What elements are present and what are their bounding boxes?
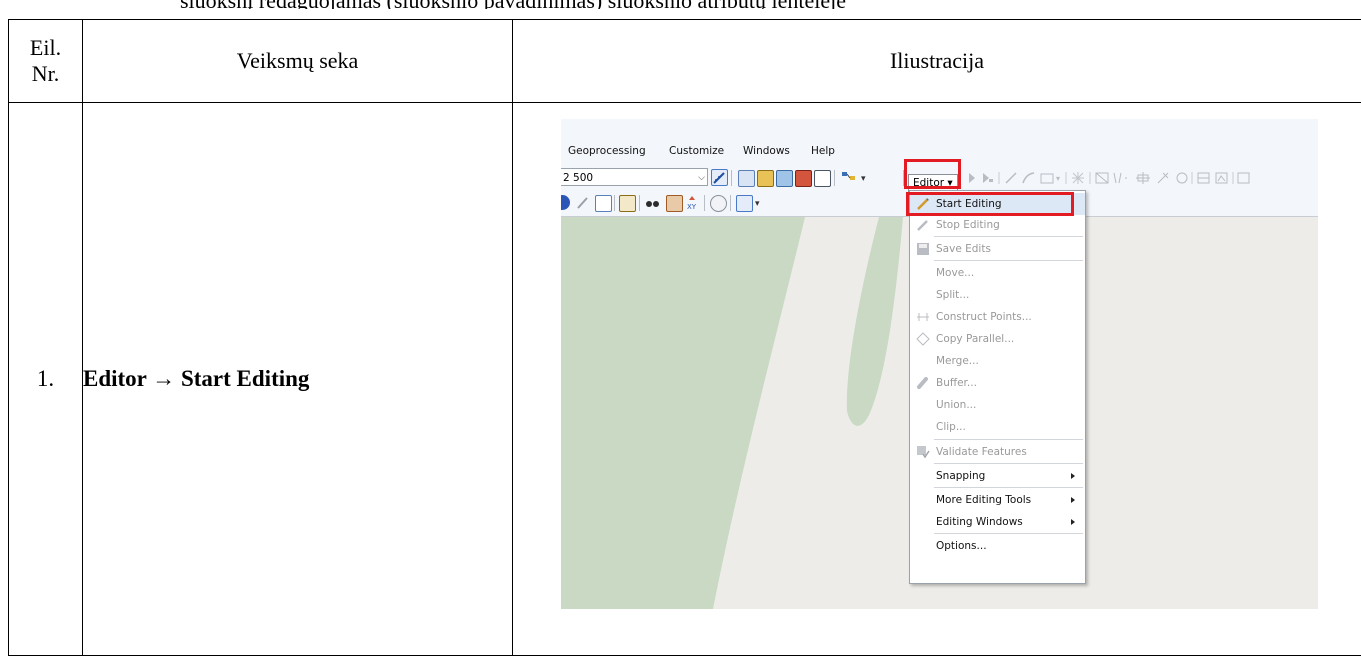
menu-separator <box>934 487 1083 488</box>
menu-item-label: Stop Editing <box>936 219 1000 231</box>
editor-highlight-box <box>904 159 961 189</box>
magnifier-icon[interactable] <box>736 195 753 212</box>
header-steps: Veiksmų seka <box>83 20 513 103</box>
chevron-down-icon[interactable]: ⌵ <box>698 169 705 187</box>
submenu-arrow-icon <box>1071 519 1075 525</box>
menu-item-label: Validate Features <box>936 446 1027 458</box>
find-route-icon[interactable] <box>666 195 683 212</box>
menu-item-label: Options... <box>936 540 987 552</box>
previous-page-text-fragment: sluoksnį redaguojamas (sluoksnio pavadin… <box>0 0 1361 9</box>
menu-item-snapping[interactable]: Snapping <box>910 465 1085 487</box>
html-popup-icon[interactable] <box>595 195 612 212</box>
menu-separator <box>934 533 1083 534</box>
python-window-icon[interactable] <box>814 170 831 187</box>
header-row: Eil. Nr. Veiksmų seka Iliustracija <box>9 20 1361 103</box>
row-number: 1. <box>9 103 83 656</box>
validate-icon <box>916 445 930 459</box>
header-number-line2: Nr. <box>9 61 82 87</box>
toolbar-separator <box>730 195 731 211</box>
submenu-arrow-icon <box>1071 473 1075 479</box>
submenu-arrow-icon <box>1071 497 1075 503</box>
menu-item-editing-windows[interactable]: Editing Windows <box>910 511 1085 533</box>
menu-item-copy-parallel[interactable]: Copy Parallel... <box>910 328 1085 350</box>
toolbox-icon[interactable] <box>795 170 812 187</box>
scale-input[interactable]: 2 500 ⌵ <box>561 168 708 186</box>
menu-customize[interactable]: Customize <box>669 145 724 157</box>
identify-icon[interactable] <box>561 195 570 210</box>
table-window-icon[interactable] <box>738 170 755 187</box>
arcmap-screenshot: Geoprocessing Customize Windows Help 2 5… <box>561 119 1318 609</box>
toolbar-separator <box>639 195 640 211</box>
catalog-icon[interactable] <box>757 170 774 187</box>
construct-points-icon <box>916 310 930 324</box>
save-icon <box>916 242 930 256</box>
menu-item-label: Union... <box>936 399 976 411</box>
row-steps: Editor → Start Editing <box>83 103 513 656</box>
menu-item-buffer[interactable]: Buffer... <box>910 372 1085 394</box>
menu-item-label: Clip... <box>936 421 966 433</box>
editing-tools-disabled: ▾ <box>966 170 1318 186</box>
menu-item-clip[interactable]: Clip... <box>910 416 1085 438</box>
menu-item-merge[interactable]: Merge... <box>910 350 1085 372</box>
menu-item-stop-editing[interactable]: Stop Editing <box>910 214 1085 236</box>
editor-toolbar-icon[interactable] <box>711 169 728 186</box>
menu-separator <box>934 236 1083 237</box>
menu-item-label: Buffer... <box>936 377 977 389</box>
menu-windows[interactable]: Windows <box>743 145 790 157</box>
menu-help[interactable]: Help <box>811 145 835 157</box>
menu-item-label: Editing Windows <box>936 516 1023 528</box>
menu-separator <box>934 463 1083 464</box>
menu-item-move[interactable]: Move... <box>910 262 1085 284</box>
menu-geoprocessing[interactable]: Geoprocessing <box>568 145 646 157</box>
previous-text-line: sluoksnį redaguojamas (sluoksnio pavadin… <box>0 0 1361 8</box>
editor-dropdown-menu: Start Editing Stop Editing Save Edits Mo… <box>909 190 1086 584</box>
start-editing-highlight-box <box>906 192 1074 216</box>
row-illustration: Geoprocessing Customize Windows Help 2 5… <box>513 103 1361 656</box>
toolbar-separator <box>834 170 835 186</box>
scale-value: 2 500 <box>563 172 593 184</box>
find-icon[interactable] <box>645 195 660 210</box>
menu-item-label: More Editing Tools <box>936 494 1031 506</box>
header-number-line1: Eil. <box>9 35 82 61</box>
menu-item-label: Snapping <box>936 470 985 482</box>
menu-item-label: Split... <box>936 289 969 301</box>
header-illustration: Iliustracija <box>513 20 1361 103</box>
go-to-xy-icon[interactable]: XY <box>685 195 700 210</box>
menu-item-label: Construct Points... <box>936 311 1032 323</box>
pencil-icon[interactable] <box>575 195 590 210</box>
pencil-icon <box>916 218 930 232</box>
time-slider-icon[interactable] <box>710 195 727 212</box>
copy-parallel-icon <box>916 332 930 346</box>
toolbar-separator <box>704 195 705 211</box>
toolbar-grip-icon[interactable]: ▾ <box>755 199 760 209</box>
menu-separator <box>934 260 1083 261</box>
search-window-icon[interactable] <box>776 170 793 187</box>
table-row: 1. Editor → Start Editing Geoprocessing … <box>9 103 1361 656</box>
buffer-icon <box>916 376 930 390</box>
menu-item-save-edits[interactable]: Save Edits <box>910 238 1085 260</box>
menu-item-options[interactable]: Options... <box>910 535 1085 557</box>
menu-separator <box>934 439 1083 440</box>
menu-item-validate-features[interactable]: Validate Features <box>910 441 1085 463</box>
menu-item-label: Save Edits <box>936 243 991 255</box>
header-number: Eil. Nr. <box>9 20 83 103</box>
menu-item-union[interactable]: Union... <box>910 394 1085 416</box>
modelbuilder-icon[interactable] <box>841 170 856 185</box>
toolbar-separator <box>731 170 732 186</box>
instruction-table: Eil. Nr. Veiksmų seka Iliustracija 1. Ed… <box>8 19 1361 656</box>
menu-item-label: Copy Parallel... <box>936 333 1014 345</box>
menu-item-more-editing-tools[interactable]: More Editing Tools <box>910 489 1085 511</box>
toolbar-grip-icon[interactable]: ▾ <box>861 174 866 184</box>
menu-item-split[interactable]: Split... <box>910 284 1085 306</box>
toolbar-separator <box>614 195 615 211</box>
svg-text:▾: ▾ <box>1056 174 1060 183</box>
menu-item-construct-points[interactable]: Construct Points... <box>910 306 1085 328</box>
menu-item-label: Merge... <box>936 355 979 367</box>
measure-icon[interactable] <box>619 195 636 212</box>
menu-item-label: Move... <box>936 267 974 279</box>
svg-text:XY: XY <box>687 203 697 210</box>
